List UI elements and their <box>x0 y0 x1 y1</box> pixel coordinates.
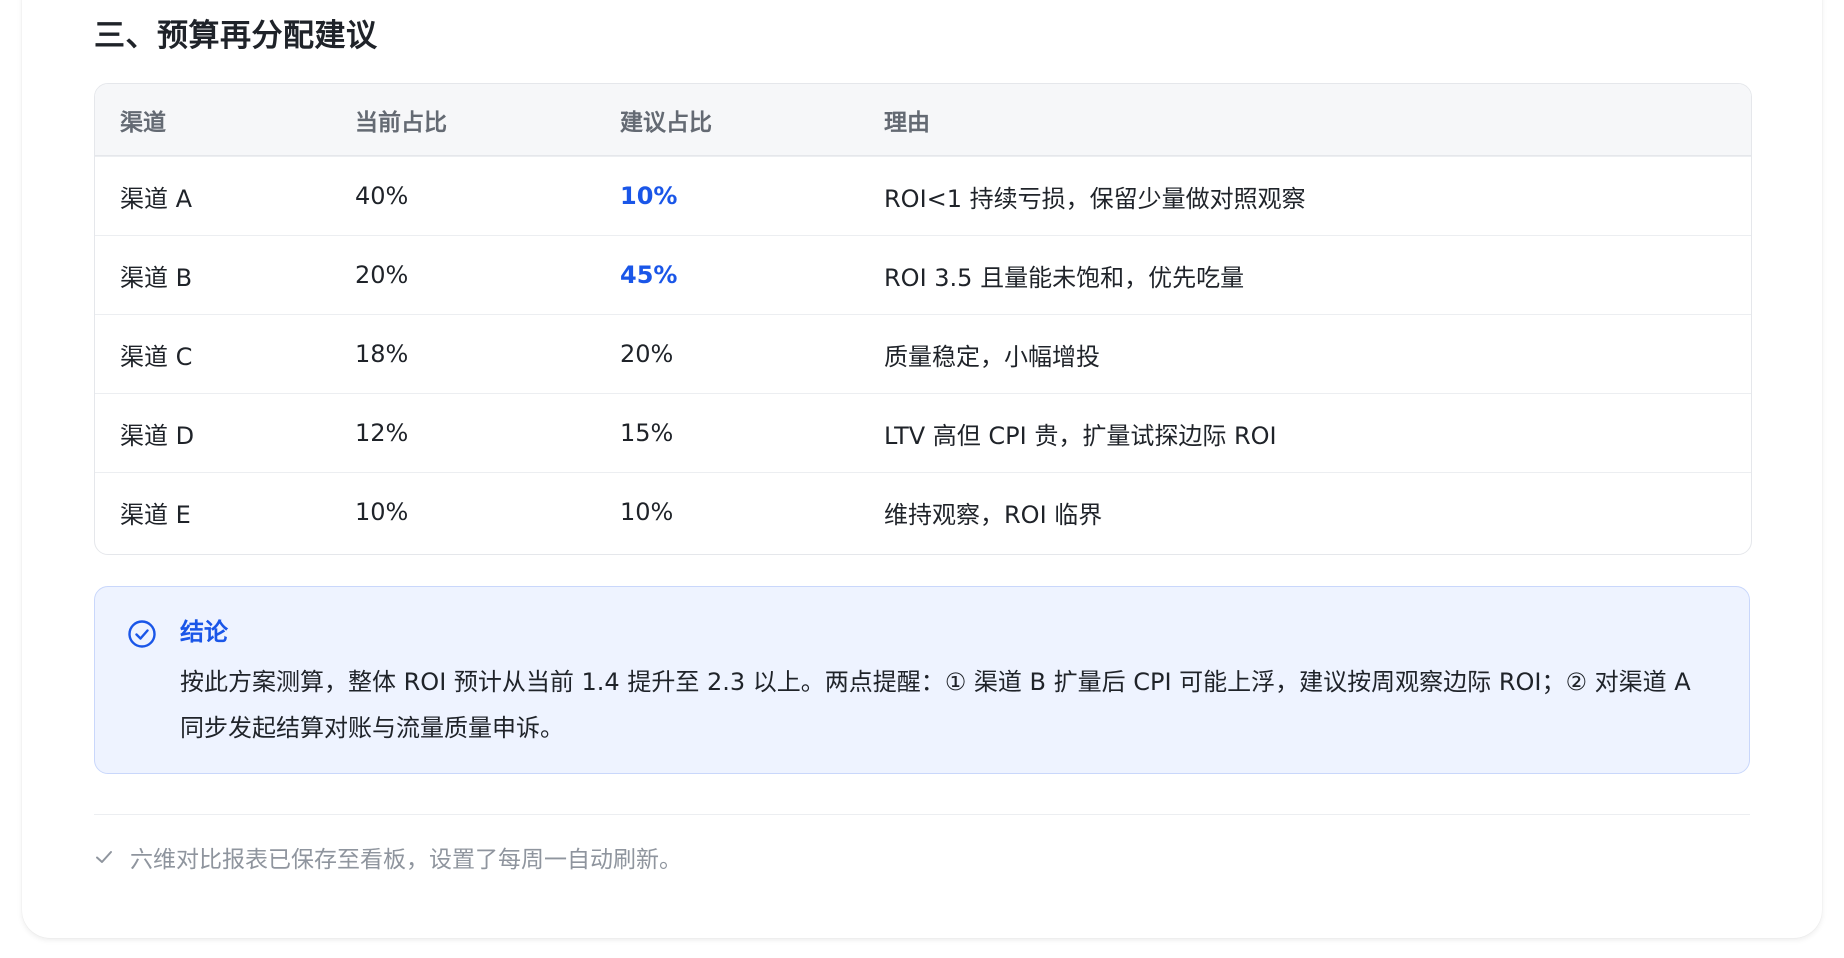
suggested-share-cell: 45% <box>620 261 678 289</box>
header-suggested-share: 建议占比 <box>620 109 712 136</box>
reason-cell: ROI 3.5 且量能未饱和，优先吃量 <box>884 263 1245 292</box>
divider <box>94 814 1750 815</box>
reason-cell: ROI<1 持续亏损，保留少量做对照观察 <box>884 184 1306 213</box>
header-current-share: 当前占比 <box>355 109 447 136</box>
conclusion-callout: 结论 按此方案测算，整体 ROI 预计从当前 1.4 提升至 2.3 以上。两点… <box>94 586 1750 774</box>
channel-cell: 渠道 E <box>120 500 191 529</box>
conclusion-body: 按此方案测算，整体 ROI 预计从当前 1.4 提升至 2.3 以上。两点提醒：… <box>180 668 1691 742</box>
table-row: 渠道 B 20% 45% ROI 3.5 且量能未饱和，优先吃量 <box>95 235 1751 314</box>
suggested-share-cell: 10% <box>620 182 678 210</box>
check-circle-icon <box>128 620 156 648</box>
footer-status-text: 六维对比报表已保存至看板，设置了每周一自动刷新。 <box>130 847 682 873</box>
budget-table: 渠道 当前占比 建议占比 理由 渠道 A 40% 10% ROI<1 持续亏损，… <box>94 83 1752 555</box>
table-row: 渠道 A 40% 10% ROI<1 持续亏损，保留少量做对照观察 <box>95 156 1751 235</box>
conclusion-title: 结论 <box>180 618 228 646</box>
header-channel: 渠道 <box>120 109 166 136</box>
table-row: 渠道 D 12% 15% LTV 高但 CPI 贵，扩量试探边际 ROI <box>95 393 1751 472</box>
reason-cell: 维持观察，ROI 临界 <box>884 500 1103 529</box>
reason-cell: LTV 高但 CPI 贵，扩量试探边际 ROI <box>884 421 1277 450</box>
table-header-row: 渠道 当前占比 建议占比 理由 <box>95 84 1751 156</box>
table-row: 渠道 C 18% 20% 质量稳定，小幅增投 <box>95 314 1751 393</box>
current-share-cell: 12% <box>355 419 409 447</box>
suggested-share-cell: 15% <box>620 419 674 447</box>
suggested-share-cell: 10% <box>620 498 674 526</box>
table-row: 渠道 E 10% 10% 维持观察，ROI 临界 <box>95 472 1751 551</box>
channel-cell: 渠道 C <box>120 342 193 371</box>
current-share-cell: 40% <box>355 182 409 210</box>
current-share-cell: 10% <box>355 498 409 526</box>
current-share-cell: 20% <box>355 261 409 289</box>
footer-status: 六维对比报表已保存至看板，设置了每周一自动刷新。 <box>94 840 682 874</box>
header-reason: 理由 <box>884 109 930 136</box>
current-share-cell: 18% <box>355 340 409 368</box>
channel-cell: 渠道 D <box>120 421 195 450</box>
check-icon <box>96 851 112 863</box>
channel-cell: 渠道 B <box>120 263 193 292</box>
section-title: 三、预算再分配建议 <box>94 18 378 54</box>
suggested-share-cell: 20% <box>620 340 674 368</box>
channel-cell: 渠道 A <box>120 184 193 213</box>
reason-cell: 质量稳定，小幅增投 <box>884 342 1100 371</box>
